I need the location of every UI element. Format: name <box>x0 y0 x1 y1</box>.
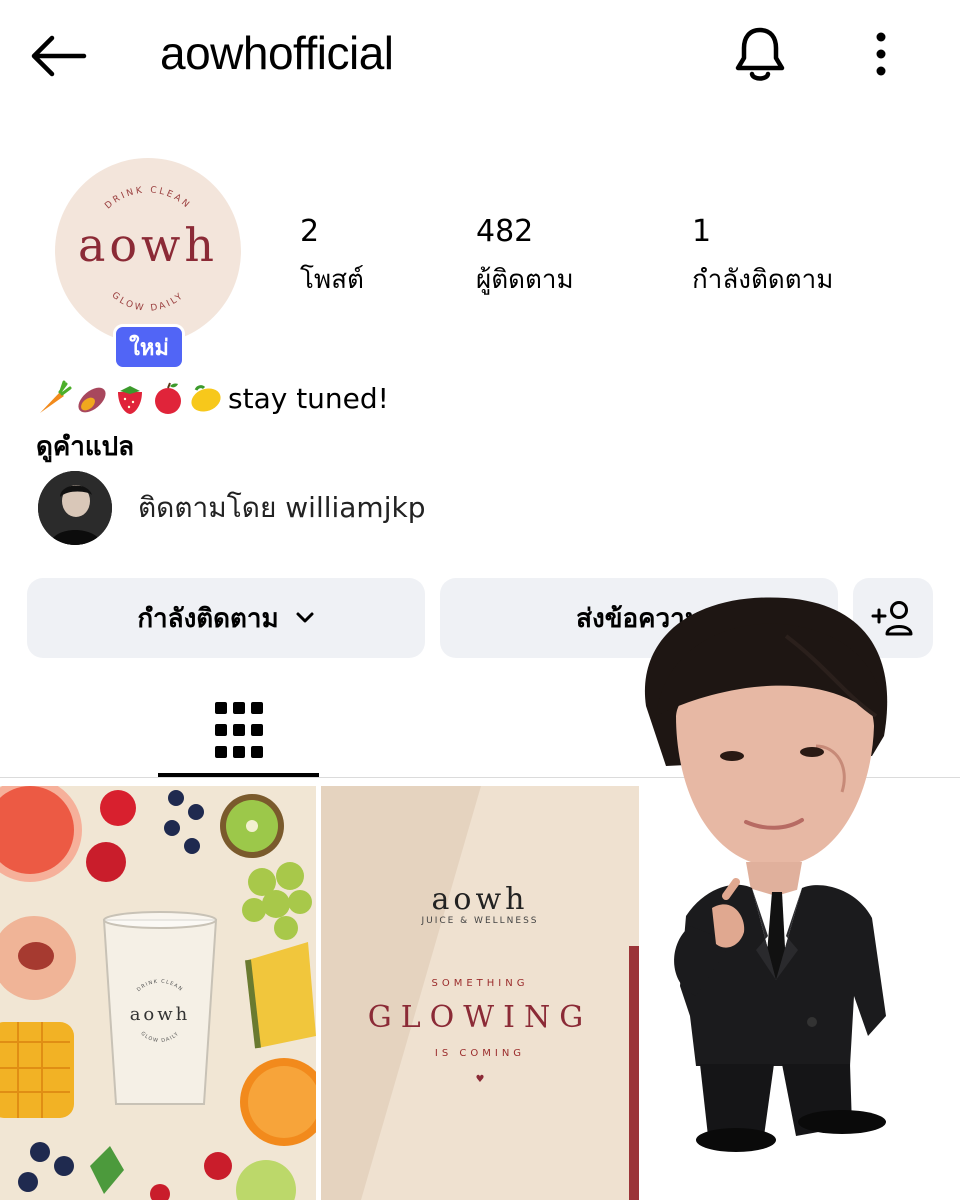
more-options-button[interactable] <box>856 22 906 86</box>
posts-count: 2 <box>300 214 320 249</box>
followers-count: 482 <box>476 214 534 249</box>
arrow-left-icon <box>31 35 87 77</box>
poster-headline: GLOWING <box>367 1000 593 1035</box>
profile-username: aowhofficial <box>160 27 394 79</box>
following-button[interactable]: กำลังติดตาม <box>27 578 425 658</box>
heart-icon: ♥ <box>475 1074 485 1085</box>
poster-subtitle: JUICE & WELLNESS <box>421 916 539 926</box>
notifications-button[interactable] <box>728 22 792 86</box>
fruit-cup-image: DRINK CLEAN GLOW DAILY <box>0 786 316 1200</box>
followed-by-row[interactable]: ติดตามโดย williamjkp <box>38 470 638 546</box>
poster-brand: aowh <box>431 882 529 917</box>
poster-line-1: SOMETHING <box>431 978 529 989</box>
chevron-down-icon <box>296 612 314 623</box>
post-thumbnail[interactable]: aowh JUICE & WELLNESS SOMETHING GLOWING … <box>321 786 639 1200</box>
svg-text:GLOW DAILY: GLOW DAILY <box>110 290 187 313</box>
following-label: กำลังติดตาม <box>692 265 834 295</box>
tab-grid[interactable] <box>158 680 319 780</box>
bio-text: stay tuned! <box>228 381 389 415</box>
profile-avatar[interactable]: DRINK CLEAN GLOW DAILY aowh <box>55 158 241 344</box>
more-vertical-icon <box>876 32 886 76</box>
apple-icon <box>155 382 181 414</box>
back-button[interactable] <box>26 28 90 84</box>
bio-emojis <box>36 380 224 416</box>
profile-page: aowhofficial DRINK CLEAN GLOW DAILY aowh… <box>0 0 960 1200</box>
poster-background <box>321 786 639 1200</box>
followed-by-text: ติดตามโดย williamjkp <box>138 491 426 524</box>
sweet-potato-icon <box>78 387 106 413</box>
lemon-icon <box>191 385 221 412</box>
carrot-icon <box>40 380 72 413</box>
stat-posts[interactable]: 2 โพสต์ <box>300 214 364 300</box>
stat-followers[interactable]: 482 ผู้ติดตาม <box>476 214 574 300</box>
avatar-logo-text: aowh <box>77 218 219 272</box>
following-count: 1 <box>692 214 712 249</box>
person-sticker <box>644 597 888 1152</box>
cup-logo-text: aowh <box>129 1004 191 1025</box>
see-translation-link[interactable]: ดูคำแปล <box>36 426 134 467</box>
stat-following[interactable]: 1 กำลังติดตาม <box>692 214 833 300</box>
new-badge: ใหม่ <box>113 324 185 370</box>
poster-line-2: IS COMING <box>434 1048 526 1059</box>
strawberry-icon <box>118 386 142 414</box>
bio: stay tuned! <box>36 380 389 416</box>
posts-label: โพสต์ <box>300 265 364 295</box>
following-button-label: กำลังติดตาม <box>137 603 279 634</box>
follower-avatar <box>38 471 112 545</box>
followers-label: ผู้ติดตาม <box>476 265 574 295</box>
post-thumbnail[interactable]: DRINK CLEAN GLOW DAILY aowh <box>0 786 316 1200</box>
top-bar: aowhofficial <box>0 0 960 110</box>
svg-text:DRINK CLEAN: DRINK CLEAN <box>103 185 192 211</box>
grid-icon <box>214 702 263 758</box>
bell-icon <box>735 27 785 81</box>
